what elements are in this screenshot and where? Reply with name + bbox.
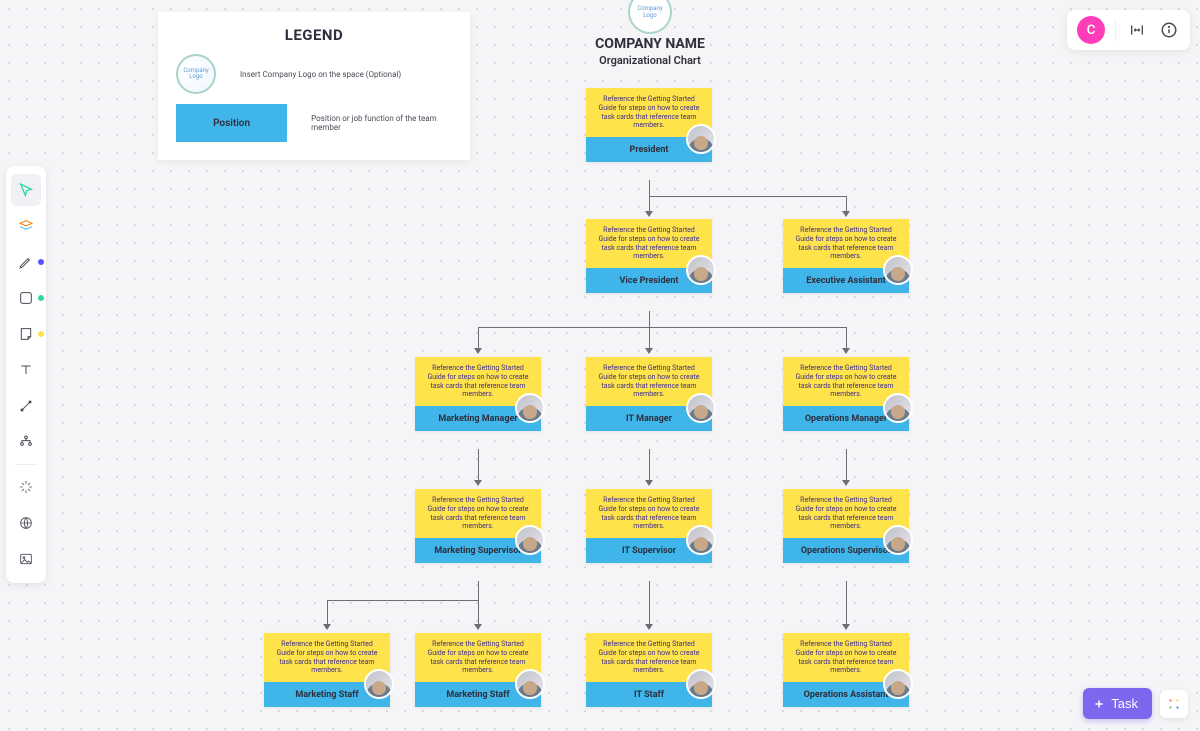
company-logo-icon: Company Logo	[628, 0, 672, 34]
node-ops-mgr[interactable]: Reference the Getting Started Guide for …	[783, 357, 909, 431]
company-header: Company Logo COMPANY NAME Organizational…	[580, 0, 720, 67]
avatar	[883, 393, 913, 423]
node-vp[interactable]: Reference the Getting Started Guide for …	[586, 219, 712, 293]
pen-tool[interactable]	[11, 246, 41, 278]
note-icon	[18, 326, 34, 342]
node-mkt-staff1[interactable]: Reference the Getting Started Guide for …	[264, 633, 390, 707]
legend-heading: LEGEND	[176, 26, 452, 44]
org-icon	[18, 434, 34, 450]
user-avatar[interactable]: C	[1077, 16, 1105, 44]
node-mkt-sup[interactable]: Reference the Getting Started Guide for …	[415, 489, 541, 563]
cursor-tool[interactable]	[11, 174, 41, 206]
task-button[interactable]: Task	[1083, 688, 1152, 719]
node-ops-sup[interactable]: Reference the Getting Started Guide for …	[783, 489, 909, 563]
avatar	[883, 525, 913, 555]
info-button[interactable]	[1158, 19, 1180, 41]
avatar	[686, 669, 716, 699]
stack-icon	[18, 218, 34, 234]
node-it-sup[interactable]: Reference the Getting Started Guide for …	[586, 489, 712, 563]
globe-icon	[18, 515, 34, 531]
bottom-right-controls: Task	[1083, 688, 1188, 719]
ai-tool[interactable]	[11, 471, 41, 503]
avatar	[686, 393, 716, 423]
avatar	[364, 669, 394, 699]
legend-position-chip: Position	[176, 104, 287, 142]
info-icon	[1160, 21, 1178, 39]
connector-tool[interactable]	[11, 390, 41, 422]
task-button-label: Task	[1111, 696, 1138, 711]
shape-tool[interactable]	[11, 282, 41, 314]
web-tool[interactable]	[11, 507, 41, 539]
pen-icon	[18, 254, 34, 270]
node-ea[interactable]: Reference the Getting Started Guide for …	[783, 219, 909, 293]
node-ops-asst[interactable]: Reference the Getting Started Guide for …	[783, 633, 909, 707]
image-tool[interactable]	[11, 543, 41, 575]
plus-icon	[1093, 698, 1105, 710]
square-icon	[18, 290, 34, 306]
avatar	[515, 393, 545, 423]
fit-width-icon	[1128, 22, 1146, 38]
text-tool[interactable]	[11, 354, 41, 386]
image-icon	[18, 551, 34, 567]
stack-tool[interactable]	[11, 210, 41, 242]
avatar	[686, 255, 716, 285]
avatar	[883, 669, 913, 699]
node-president[interactable]: Reference the Getting Started Guide for …	[586, 88, 712, 162]
left-toolbar	[6, 166, 46, 583]
avatar	[515, 525, 545, 555]
cursor-icon	[18, 182, 34, 198]
node-it-staff[interactable]: Reference the Getting Started Guide for …	[586, 633, 712, 707]
node-mkt-mgr[interactable]: Reference the Getting Started Guide for …	[415, 357, 541, 431]
legend-logo-icon: Company Logo	[176, 54, 216, 94]
top-right-controls: C	[1067, 10, 1190, 50]
note-tool[interactable]	[11, 318, 41, 350]
avatar	[883, 255, 913, 285]
node-mkt-staff2[interactable]: Reference the Getting Started Guide for …	[415, 633, 541, 707]
apps-icon	[1167, 697, 1181, 711]
avatar	[686, 525, 716, 555]
avatar	[515, 669, 545, 699]
avatar	[686, 124, 716, 154]
node-it-mgr[interactable]: Reference the Getting Started Guide for …	[586, 357, 712, 431]
legend-position-desc: Position or job function of the team mem…	[311, 114, 452, 132]
company-subtitle: Organizational Chart	[580, 54, 720, 67]
connector-icon	[18, 398, 34, 414]
org-tool[interactable]	[11, 426, 41, 458]
fit-width-button[interactable]	[1126, 19, 1148, 41]
company-name: COMPANY NAME	[580, 36, 720, 52]
legend-panel[interactable]: LEGEND Company Logo Insert Company Logo …	[158, 12, 470, 160]
legend-logo-desc: Insert Company Logo on the space (Option…	[240, 70, 401, 79]
text-icon	[18, 362, 34, 378]
sparkle-icon	[18, 479, 34, 495]
apps-button[interactable]	[1160, 690, 1188, 718]
